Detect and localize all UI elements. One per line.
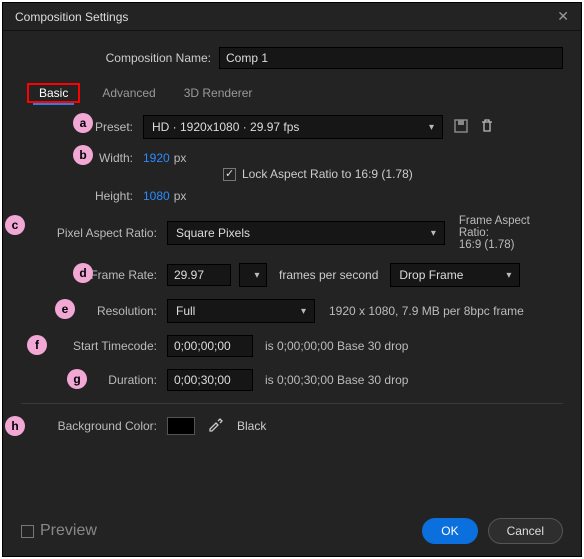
marker-e: e bbox=[55, 299, 75, 319]
marker-g: g bbox=[67, 369, 87, 389]
marker-b: b bbox=[73, 145, 93, 165]
chevron-down-icon: ▾ bbox=[254, 270, 259, 281]
dur-info: is 0;00;30;00 Base 30 drop bbox=[265, 373, 408, 387]
height-unit: px bbox=[174, 189, 187, 203]
marker-h: h bbox=[5, 416, 25, 436]
bg-color-name: Black bbox=[237, 419, 266, 433]
chevron-down-icon: ▾ bbox=[301, 306, 306, 317]
height-value[interactable]: 1080 bbox=[143, 189, 170, 203]
duration-input[interactable] bbox=[167, 369, 253, 391]
width-value[interactable]: 1920 bbox=[143, 151, 170, 165]
bg-label: Background Color: bbox=[21, 419, 157, 433]
tab-3d-renderer[interactable]: 3D Renderer bbox=[178, 83, 259, 103]
lock-aspect-label: Lock Aspect Ratio to 16:9 (1.78) bbox=[242, 167, 413, 181]
dialog-title: Composition Settings bbox=[15, 10, 128, 24]
preset-select[interactable]: HD · 1920x1080 · 29.97 fps ▾ bbox=[143, 115, 443, 139]
chevron-down-icon: ▾ bbox=[506, 270, 511, 281]
lock-aspect-checkbox[interactable] bbox=[223, 168, 236, 181]
tab-advanced[interactable]: Advanced bbox=[96, 83, 161, 103]
start-info: is 0;00;00;00 Base 30 drop bbox=[265, 339, 408, 353]
save-preset-icon[interactable] bbox=[453, 118, 469, 137]
marker-f: f bbox=[27, 335, 47, 355]
ok-button[interactable]: OK bbox=[422, 518, 477, 544]
chevron-down-icon: ▾ bbox=[431, 228, 436, 239]
bg-color-swatch[interactable] bbox=[167, 417, 195, 435]
height-label: Height: bbox=[21, 189, 133, 203]
comp-name-label: Composition Name: bbox=[21, 51, 211, 65]
start-timecode-input[interactable] bbox=[167, 335, 253, 357]
dialog-composition-settings: Composition Settings ✕ Composition Name:… bbox=[2, 2, 582, 557]
fps-dropdown-toggle[interactable]: ▾ bbox=[239, 263, 267, 287]
marker-d: d bbox=[73, 263, 93, 283]
res-label: Resolution: bbox=[21, 304, 157, 318]
fps-unit: frames per second bbox=[279, 268, 378, 282]
res-info: 1920 x 1080, 7.9 MB per 8bpc frame bbox=[329, 304, 524, 318]
frame-aspect-label: Frame Aspect Ratio: bbox=[459, 215, 563, 239]
frame-aspect-value: 16:9 (1.78) bbox=[459, 239, 563, 251]
trash-icon[interactable] bbox=[479, 118, 495, 137]
eyedropper-icon[interactable] bbox=[207, 416, 223, 435]
preview-checkbox[interactable] bbox=[21, 525, 34, 538]
marker-a: a bbox=[73, 113, 93, 133]
dropframe-select[interactable]: Drop Frame ▾ bbox=[390, 263, 520, 287]
fps-input[interactable] bbox=[167, 264, 231, 286]
titlebar: Composition Settings ✕ bbox=[3, 3, 581, 31]
dur-label: Duration: bbox=[21, 373, 157, 387]
tab-basic[interactable]: Basic bbox=[33, 83, 74, 105]
preview-label: Preview bbox=[40, 522, 97, 540]
par-label: Pixel Aspect Ratio: bbox=[21, 226, 157, 240]
close-icon[interactable]: ✕ bbox=[557, 8, 569, 25]
marker-c: c bbox=[5, 215, 25, 235]
res-select[interactable]: Full ▾ bbox=[167, 299, 315, 323]
chevron-down-icon: ▾ bbox=[429, 122, 434, 133]
par-select[interactable]: Square Pixels ▾ bbox=[167, 221, 445, 245]
width-unit: px bbox=[174, 151, 187, 165]
cancel-button[interactable]: Cancel bbox=[488, 518, 563, 544]
comp-name-input[interactable] bbox=[219, 47, 563, 69]
